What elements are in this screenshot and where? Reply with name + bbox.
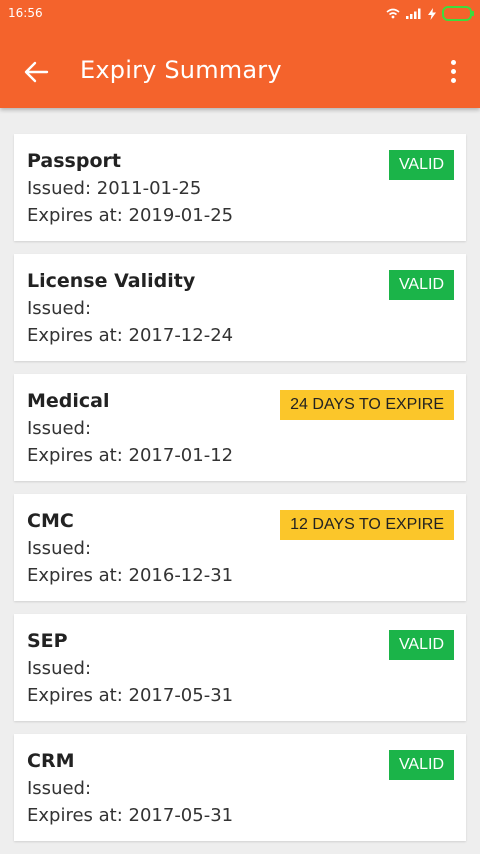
card-title: CRM <box>27 750 75 772</box>
status-badge: VALID <box>388 630 454 660</box>
expiry-date: Expires at: 2017-05-31 <box>27 685 234 706</box>
expiry-card-passport[interactable]: Passport Issued: 2011-01-25 Expires at: … <box>14 134 466 241</box>
expiry-card-cmc[interactable]: CMC Issued: Expires at: 2016-12-31 12 DA… <box>14 494 466 601</box>
status-time: 16:56 <box>8 6 43 20</box>
card-title: License Validity <box>27 270 196 292</box>
expiry-date: Expires at: 2016-12-31 <box>27 565 234 586</box>
issued-date: Issued: 2011-01-25 <box>27 178 202 199</box>
status-badge: 24 DAYS TO EXPIRE <box>280 390 454 420</box>
card-title: Passport <box>27 150 121 172</box>
expiry-date: Expires at: 2017-05-31 <box>27 805 234 826</box>
wifi-icon <box>386 8 400 19</box>
back-button[interactable] <box>20 58 52 86</box>
expiry-card-crm[interactable]: CRM Issued: Expires at: 2017-05-31 VALID <box>14 734 466 841</box>
issued-date: Issued: <box>27 298 92 319</box>
status-icons <box>386 6 474 21</box>
expiry-date: Expires at: 2017-12-24 <box>27 325 234 346</box>
issued-date: Issued: <box>27 658 92 679</box>
signal-icon <box>406 8 422 19</box>
expiry-list: Passport Issued: 2011-01-25 Expires at: … <box>14 134 466 854</box>
status-badge: VALID <box>388 750 454 780</box>
expiry-card-license-validity[interactable]: License Validity Issued: Expires at: 201… <box>14 254 466 361</box>
more-vert-icon <box>450 60 456 65</box>
app-bar: 16:56 Expiry Summary <box>0 0 480 108</box>
card-title: CMC <box>27 510 74 532</box>
more-options-button[interactable] <box>446 56 460 88</box>
issued-date: Issued: <box>27 778 92 799</box>
charging-bolt-icon <box>428 7 436 20</box>
card-title: Medical <box>27 390 110 412</box>
expiry-card-medical[interactable]: Medical Issued: Expires at: 2017-01-12 2… <box>14 374 466 481</box>
status-badge: VALID <box>388 270 454 300</box>
expiry-card-sep[interactable]: SEP Issued: Expires at: 2017-05-31 VALID <box>14 614 466 721</box>
expiry-date: Expires at: 2019-01-25 <box>27 205 234 226</box>
issued-date: Issued: <box>27 418 92 439</box>
status-bar: 16:56 <box>0 0 480 28</box>
issued-date: Issued: <box>27 538 92 559</box>
card-title: SEP <box>27 630 68 652</box>
expiry-date: Expires at: 2017-01-12 <box>27 445 234 466</box>
page-title: Expiry Summary <box>80 56 282 84</box>
status-badge: VALID <box>388 150 454 180</box>
battery-icon <box>442 6 474 21</box>
arrow-back-icon <box>24 61 49 83</box>
status-badge: 12 DAYS TO EXPIRE <box>280 510 454 540</box>
